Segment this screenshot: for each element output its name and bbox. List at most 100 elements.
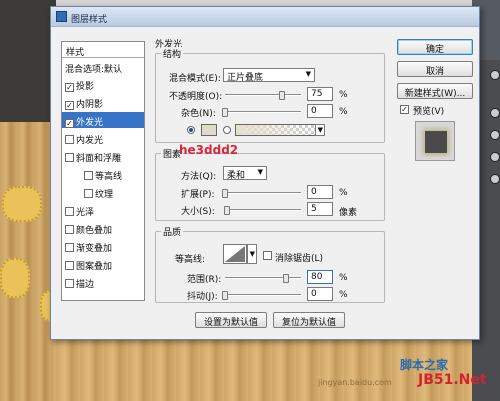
blend-mode-select[interactable]: 正片叠底 ▼ bbox=[223, 68, 315, 83]
range-input[interactable]: 80 bbox=[307, 270, 333, 284]
noise-slider[interactable] bbox=[225, 111, 301, 113]
panel-icon[interactable] bbox=[490, 174, 500, 184]
source-watermark: jingyan.baidu.com bbox=[318, 378, 392, 387]
panel-icon[interactable] bbox=[490, 108, 500, 118]
spread-unit: % bbox=[339, 188, 348, 198]
contour-dropdown[interactable]: ▼ bbox=[247, 244, 257, 264]
range-unit: % bbox=[339, 273, 348, 283]
antialias-checkbox[interactable] bbox=[263, 251, 272, 260]
size-slider-thumb[interactable] bbox=[223, 206, 230, 215]
style-list-item[interactable]: 光泽 bbox=[62, 202, 144, 218]
style-checkbox[interactable] bbox=[65, 279, 74, 288]
preview-label: 预览(V) bbox=[413, 107, 445, 117]
photoshop-icon bbox=[56, 11, 67, 22]
style-list-item-label: 颜色叠加 bbox=[76, 226, 113, 236]
style-list-item[interactable]: ✓ 投影 bbox=[62, 76, 144, 92]
antialias-label: 消除锯齿(L) bbox=[275, 254, 324, 264]
opacity-slider[interactable] bbox=[225, 94, 301, 96]
opacity-slider-thumb[interactable] bbox=[279, 91, 285, 100]
method-select[interactable]: 柔和 ▼ bbox=[223, 166, 267, 181]
style-checkbox[interactable] bbox=[65, 207, 74, 216]
ok-button[interactable]: 确定 bbox=[397, 39, 473, 55]
preview-checkbox[interactable]: ✓ bbox=[400, 105, 409, 114]
noise-input[interactable]: 0 bbox=[307, 104, 333, 118]
style-checkbox[interactable] bbox=[84, 189, 93, 198]
spread-slider-thumb[interactable] bbox=[222, 189, 228, 198]
style-list-item-label: 图案叠加 bbox=[76, 262, 113, 272]
noise-label: 杂色(N): bbox=[181, 109, 216, 119]
size-input[interactable]: 5 bbox=[307, 202, 333, 216]
style-checkbox[interactable]: ✓ bbox=[65, 101, 74, 110]
style-checkbox[interactable] bbox=[65, 243, 74, 252]
opacity-label: 不透明度(O): bbox=[169, 92, 223, 102]
style-list-item-label: 描边 bbox=[76, 280, 95, 290]
style-checkbox[interactable]: ✓ bbox=[65, 83, 74, 92]
range-slider-thumb[interactable] bbox=[282, 274, 289, 283]
new-style-button[interactable]: 新建样式(W)... bbox=[397, 83, 473, 99]
glow-color-swatch[interactable] bbox=[201, 124, 217, 136]
style-list-header[interactable]: 样式 bbox=[62, 42, 144, 58]
contour-picker[interactable] bbox=[223, 244, 247, 264]
size-slider[interactable] bbox=[225, 209, 301, 211]
style-list-item[interactable]: ✓ 外发光 bbox=[62, 112, 144, 128]
size-label: 大小(S): bbox=[181, 207, 215, 217]
style-list-item[interactable]: ✓ 内阴影 bbox=[62, 94, 144, 110]
dropdown-arrow-icon: ▼ bbox=[257, 168, 263, 176]
style-list-item[interactable]: 内发光 bbox=[62, 130, 144, 146]
style-list-item-label: 斜面和浮雕 bbox=[76, 154, 122, 164]
dialog-title: 图层样式 bbox=[71, 15, 108, 25]
style-list-item-label: 内发光 bbox=[76, 136, 104, 146]
linear-contour-icon bbox=[225, 246, 245, 262]
style-checkbox[interactable] bbox=[65, 135, 74, 144]
jitter-label: 抖动(J): bbox=[187, 292, 218, 302]
glow-gradient-picker[interactable] bbox=[235, 124, 317, 136]
style-list-item[interactable]: 纹理 bbox=[62, 184, 144, 200]
dropdown-arrow-icon: ▼ bbox=[317, 126, 323, 134]
canvas-dark-area bbox=[0, 0, 56, 122]
make-default-button[interactable]: 设置为默认值 bbox=[195, 312, 267, 328]
style-list-item[interactable]: 图案叠加 bbox=[62, 256, 144, 272]
style-checkbox[interactable]: ✓ bbox=[65, 119, 74, 128]
jitter-input[interactable]: 0 bbox=[307, 287, 333, 301]
jitter-slider[interactable] bbox=[225, 294, 301, 296]
style-list-item-label: 纹理 bbox=[95, 190, 114, 200]
site-watermark-domain: JB51.Net bbox=[418, 372, 487, 388]
noise-slider-thumb[interactable] bbox=[222, 108, 228, 117]
spread-slider[interactable] bbox=[225, 192, 301, 194]
structure-title: 结构 bbox=[161, 47, 184, 60]
spread-input[interactable]: 0 bbox=[307, 185, 333, 199]
solid-color-radio[interactable] bbox=[187, 126, 195, 134]
method-label: 方法(Q): bbox=[181, 172, 217, 182]
style-list-item[interactable]: 渐变叠加 bbox=[62, 238, 144, 254]
gradient-dropdown[interactable]: ▼ bbox=[315, 124, 325, 136]
canvas-text-art bbox=[2, 186, 42, 222]
noise-unit: % bbox=[339, 107, 348, 117]
tutorial-watermark: he3ddd2 bbox=[179, 143, 239, 157]
range-slider[interactable] bbox=[225, 277, 301, 279]
style-list-item[interactable]: 斜面和浮雕 bbox=[62, 148, 144, 164]
style-list-item-label: 内阴影 bbox=[76, 100, 104, 110]
style-list-item-label: 光泽 bbox=[76, 208, 95, 218]
style-checkbox[interactable] bbox=[65, 261, 74, 270]
jitter-unit: % bbox=[339, 290, 348, 300]
style-list-item-label: 外发光 bbox=[76, 118, 104, 128]
cancel-button[interactable]: 取消 bbox=[397, 61, 473, 77]
style-list-item[interactable]: 描边 bbox=[62, 274, 144, 290]
gradient-radio[interactable] bbox=[223, 126, 231, 134]
panel-icon[interactable] bbox=[490, 152, 500, 162]
panel-icon[interactable] bbox=[490, 130, 500, 140]
panel-icon[interactable] bbox=[490, 70, 500, 80]
style-list-item-label: 渐变叠加 bbox=[76, 244, 113, 254]
style-list-item[interactable]: 等高线 bbox=[62, 166, 144, 182]
style-checkbox[interactable] bbox=[84, 171, 93, 180]
jitter-slider-thumb[interactable] bbox=[222, 291, 228, 300]
style-checkbox[interactable] bbox=[65, 153, 74, 162]
style-list-item[interactable]: 颜色叠加 bbox=[62, 220, 144, 236]
style-checkbox[interactable] bbox=[65, 225, 74, 234]
reset-default-button[interactable]: 复位为默认值 bbox=[273, 312, 345, 328]
blend-options-item[interactable]: 混合选项:默认 bbox=[62, 59, 144, 75]
site-watermark-title: 脚本之家 bbox=[400, 358, 449, 372]
dialog-titlebar[interactable]: 图层样式 bbox=[51, 7, 479, 27]
style-list-item-label: 等高线 bbox=[95, 172, 123, 182]
opacity-input[interactable]: 75 bbox=[307, 87, 333, 101]
